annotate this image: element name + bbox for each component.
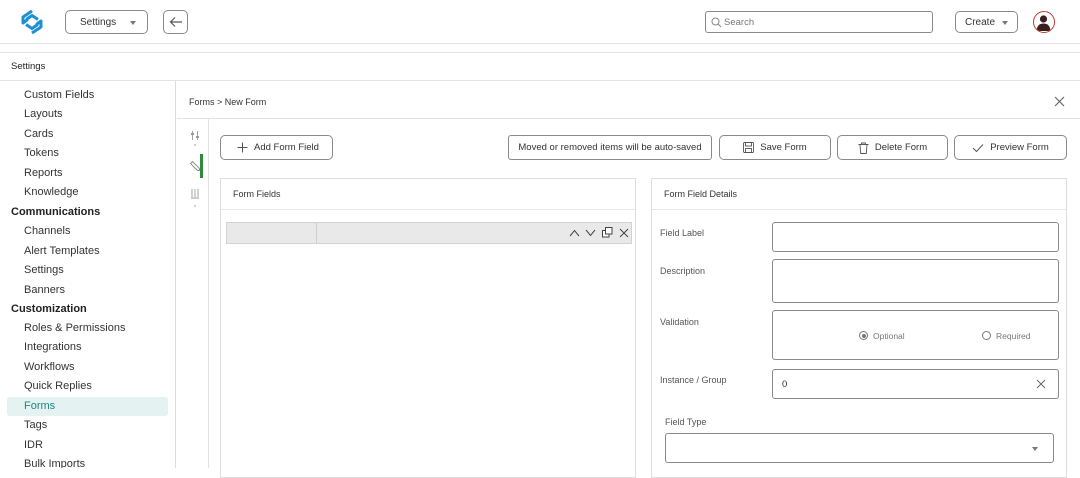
sidebar-item-forms[interactable]: Forms [24,397,55,415]
sidebar-item-tags[interactable]: Tags [24,416,47,434]
chevron-down-icon [1032,447,1038,451]
chevron-down-icon [1002,21,1008,25]
instance-group-value: 0 [782,379,788,390]
sidebar-item-integrations[interactable]: Integrations [24,338,81,356]
preview-form-button[interactable]: Preview Form [954,135,1067,160]
page-title-bar: Settings [0,52,1080,81]
instance-group-input[interactable]: 0 [772,369,1059,399]
delete-form-label: Delete Form [874,142,928,153]
remove-icon[interactable] [619,228,629,238]
form-field-row[interactable] [226,222,632,244]
page-title: Settings [11,61,46,72]
duplicate-icon[interactable] [602,227,613,238]
sidebar-item-knowledge[interactable]: Knowledge [24,183,78,201]
add-form-field-button[interactable]: Add Form Field [220,135,333,160]
sidebar-item-bulk-imports[interactable]: Bulk Imports [24,455,85,468]
arrow-left-icon [169,17,182,27]
description-textarea[interactable] [772,259,1059,303]
chevron-down-icon [130,21,136,25]
sidebar-item-channels[interactable]: Channels [24,222,70,240]
top-bar: Settings Create [0,0,1080,44]
breadcrumb: Forms > New Form [189,97,267,107]
validation-required-radio[interactable] [982,331,991,340]
clear-icon[interactable] [1036,379,1046,389]
search-icon [711,17,722,28]
create-button[interactable]: Create [955,11,1018,33]
settings-sliders-icon[interactable] [190,130,200,146]
field-label-label: Field Label [660,228,705,238]
sidebar-item-cards[interactable]: Cards [24,125,53,143]
chevron-up-icon[interactable] [569,229,580,237]
sidebar-item-roles-permissions[interactable]: Roles & Permissions [24,319,125,337]
tool-rail [177,119,209,468]
check-icon [972,143,984,152]
delete-form-button[interactable]: Delete Form [837,135,948,160]
form-field-row-divider [316,223,317,243]
autosave-note-text: Moved or removed items will be auto-save… [518,142,702,153]
validation-label: Validation [660,317,699,327]
validation-required-label: Required [996,331,1031,341]
workspace-select-label: Settings [80,16,117,28]
divider [221,209,635,210]
close-icon[interactable] [1054,96,1065,107]
sidebar-item-idr[interactable]: IDR [24,436,43,454]
save-form-button[interactable]: Save Form [719,135,831,160]
field-type-select[interactable] [665,433,1054,463]
user-avatar-icon [1036,15,1051,31]
sidebar-item-alert-templates[interactable]: Alert Templates [24,242,100,260]
app-logo-icon[interactable] [18,8,46,36]
search-input-wrapper[interactable] [705,11,933,33]
sidebar-item-workflows[interactable]: Workflows [24,358,75,376]
search-input[interactable] [724,14,924,30]
validation-optional-label: Optional [873,331,905,341]
sidebar-item-quick-replies[interactable]: Quick Replies [24,377,92,395]
rail-active-indicator [200,154,203,178]
description-label: Description [660,266,706,276]
sidebar-item-reports[interactable]: Reports [24,164,63,182]
divider [652,209,1066,210]
field-type-label: Field Type [665,417,707,427]
instance-group-label: Instance / Group [660,375,727,385]
sidebar-item-tokens[interactable]: Tokens [24,144,59,162]
workspace-select[interactable]: Settings [65,10,148,34]
main-header: Forms > New Form [177,81,1080,119]
columns-icon[interactable] [190,188,200,208]
validation-optional-radio[interactable] [859,331,868,340]
sidebar: Custom Fields Layouts Cards Tokens Repor… [0,81,176,468]
autosave-note: Moved or removed items will be auto-save… [508,135,712,160]
add-form-field-label: Add Form Field [254,142,319,153]
sidebar-section-customization: Customization [11,303,87,315]
preview-form-label: Preview Form [990,142,1049,153]
pencil-icon[interactable] [190,160,200,172]
create-button-label: Create [965,16,996,28]
field-label-input[interactable] [772,222,1059,252]
avatar[interactable] [1033,11,1055,33]
plus-icon [237,142,248,153]
sidebar-section-communications: Communications [11,206,101,218]
sidebar-item-banners[interactable]: Banners [24,281,65,299]
sidebar-item-custom-fields[interactable]: Custom Fields [24,86,94,104]
sidebar-item-settings[interactable]: Settings [24,261,64,279]
save-icon [743,142,755,153]
form-field-details-panel-title: Form Field Details [664,189,738,199]
form-fields-panel: Form Fields [220,178,636,478]
back-button[interactable] [163,10,188,34]
chevron-down-icon[interactable] [585,229,596,237]
save-form-label: Save Form [760,142,807,153]
form-fields-panel-title: Form Fields [233,189,281,199]
trash-icon [858,142,869,154]
sidebar-item-layouts[interactable]: Layouts [24,105,63,123]
